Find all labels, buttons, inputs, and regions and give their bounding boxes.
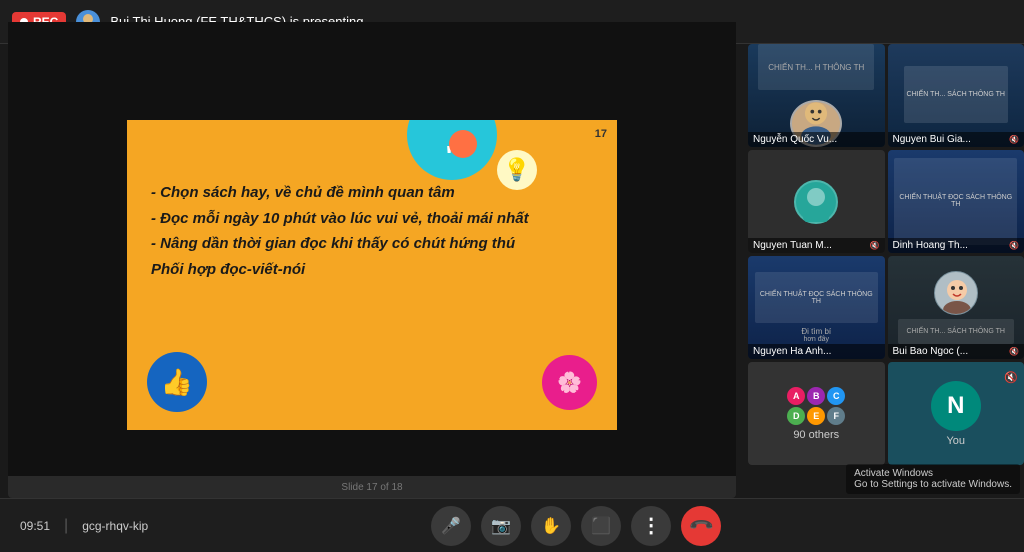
slide-footer: Slide 17 of 18 <box>8 476 736 498</box>
participant-tile-4: CHIẾN THUẬT ĐỌC SÁCH THÔNG TH Dinh Hoang… <box>888 150 1024 253</box>
mic-status-3: 🔇 <box>870 241 880 250</box>
participant-tile-6: CHIẾN TH... SÁCH THÔNG TH Bui Bao Ngoc (… <box>888 256 1024 359</box>
mini-avatar-4: D <box>787 407 805 425</box>
more-icon: ⋮ <box>641 513 661 538</box>
meeting-id: gcg-rhqv-kip <box>82 519 148 533</box>
thumb-icon: 👍 <box>147 352 207 412</box>
camera-icon: 📷 <box>491 516 511 536</box>
participant-row-4: A B C D E F 90 others N You 🔇 <box>748 362 1024 465</box>
present-button[interactable]: ⬛ <box>581 506 621 546</box>
slide-footer-text: Slide 17 of 18 <box>341 482 402 493</box>
participant-name-bar-6: Bui Bao Ngoc (... 🔇 <box>888 344 1024 359</box>
slide-line2: - Đọc mỗi ngày 10 phút vào lúc vui vẻ, t… <box>151 206 593 232</box>
you-tile: N You 🔇 <box>888 362 1024 465</box>
mini-avatar-5: E <box>807 407 825 425</box>
participant-name-5: Nguyen Ha Anh... <box>753 346 831 357</box>
present-icon: ⬛ <box>591 516 611 536</box>
mini-avatar-2: B <box>807 387 825 405</box>
mic-status-6: 🔇 <box>1009 347 1019 356</box>
participants-panel: CHIẾN TH... H THÔNG TH Nguyễn Quốc Vu... <box>744 44 1024 498</box>
current-time: 09:51 <box>20 519 50 533</box>
participant-name-3: Nguyen Tuan M... <box>753 240 832 251</box>
mic-icon: 🎤 <box>441 516 461 536</box>
you-initial: N <box>931 381 981 431</box>
participant-name-bar-4: Dinh Hoang Th... 🔇 <box>888 238 1024 253</box>
bottom-toolbar: 09:51 | gcg-rhqv-kip 🎤 📷 ✋ ⬛ ⋮ 📞 <box>0 498 1024 552</box>
slide-area: PowerPoint Slide Show - [Chiến thuật đọc… <box>0 44 744 498</box>
participant-tile-3: Nguyen Tuan M... 🔇 <box>748 150 885 253</box>
activate-watermark: Activate Windows Go to Settings to activ… <box>846 464 1020 494</box>
main-content: PowerPoint Slide Show - [Chiến thuật đọc… <box>0 44 1024 498</box>
others-avatars: A B C D E F <box>787 387 845 425</box>
mini-avatar-1: A <box>787 387 805 405</box>
slide-line3: - Nâng dần thời gian đọc khi thấy có chú… <box>151 231 593 257</box>
watermark-line1: Activate Windows <box>854 468 1012 479</box>
pink-circle: 🌸 <box>542 355 597 410</box>
participant-row-3: CHIẾN THUẬT ĐỌC SÁCH THÔNG TH Đi tìm bí … <box>748 256 1024 359</box>
participant-row-2: Nguyen Tuan M... 🔇 CHIẾN THUẬT ĐỌC SÁCH … <box>748 150 1024 253</box>
slide-content: 17 " 💡 🌸 👍 - Chọn sách hay, về chủ đề mì… <box>127 120 617 430</box>
participant-name-1: Nguyễn Quốc Vu... <box>753 134 837 145</box>
participant-tile-1: CHIẾN TH... H THÔNG TH Nguyễn Quốc Vu... <box>748 44 885 147</box>
time-info-group: 09:51 | gcg-rhqv-kip <box>20 517 148 535</box>
slide-text: - Chọn sách hay, về chủ đề mình quan tâm… <box>151 180 593 282</box>
mic-status-2: 🔇 <box>1009 135 1019 144</box>
participant-name-bar-2: Nguyen Bui Gia... 🔇 <box>888 132 1024 147</box>
mic-button[interactable]: 🎤 <box>431 506 471 546</box>
participant-name-bar-1: Nguyễn Quốc Vu... <box>748 132 885 147</box>
watermark-line2: Go to Settings to activate Windows. <box>854 479 1012 490</box>
mini-avatar-3: C <box>827 387 845 405</box>
camera-button[interactable]: 📷 <box>481 506 521 546</box>
slide-page-num: 17 <box>595 128 607 140</box>
mic-status-4: 🔇 <box>1009 241 1019 250</box>
you-mic-icon: 🔇 <box>1004 372 1018 384</box>
slide-line4: Phối hợp đọc-viết-nói <box>151 257 593 283</box>
others-label: 90 others <box>793 429 839 441</box>
orange-circle <box>449 130 477 158</box>
participant-tile-2: CHIẾN TH... SÁCH THÔNG TH Nguyen Bui Gia… <box>888 44 1024 147</box>
slide-frame: 17 " 💡 🌸 👍 - Chọn sách hay, về chủ đề mì… <box>8 74 736 476</box>
mini-avatar-6: F <box>827 407 845 425</box>
participant-name-4: Dinh Hoang Th... <box>893 240 968 251</box>
participant-name-6: Bui Bao Ngoc (... <box>893 346 969 357</box>
leave-button[interactable]: 📞 <box>681 506 721 546</box>
hand-button[interactable]: ✋ <box>531 506 571 546</box>
others-tile: A B C D E F 90 others <box>748 362 885 465</box>
separator: | <box>64 517 68 535</box>
toolbar-center: 🎤 📷 ✋ ⬛ ⋮ 📞 <box>148 506 1004 546</box>
bulb-icon: 💡 <box>497 150 537 190</box>
participant-name-bar-3: Nguyen Tuan M... 🔇 <box>748 238 885 253</box>
participant-tile-5: CHIẾN THUẬT ĐỌC SÁCH THÔNG TH Đi tìm bí … <box>748 256 885 359</box>
participant-row-1: CHIẾN TH... H THÔNG TH Nguyễn Quốc Vu... <box>748 44 1024 147</box>
more-button[interactable]: ⋮ <box>631 506 671 546</box>
leave-icon: 📞 <box>687 511 715 539</box>
participant-name-2: Nguyen Bui Gia... <box>893 134 971 145</box>
hand-icon: ✋ <box>541 516 561 536</box>
pink-decoration: 🌸 <box>557 370 582 395</box>
participant-name-bar-5: Nguyen Ha Anh... <box>748 344 885 359</box>
you-label: You <box>946 435 965 447</box>
